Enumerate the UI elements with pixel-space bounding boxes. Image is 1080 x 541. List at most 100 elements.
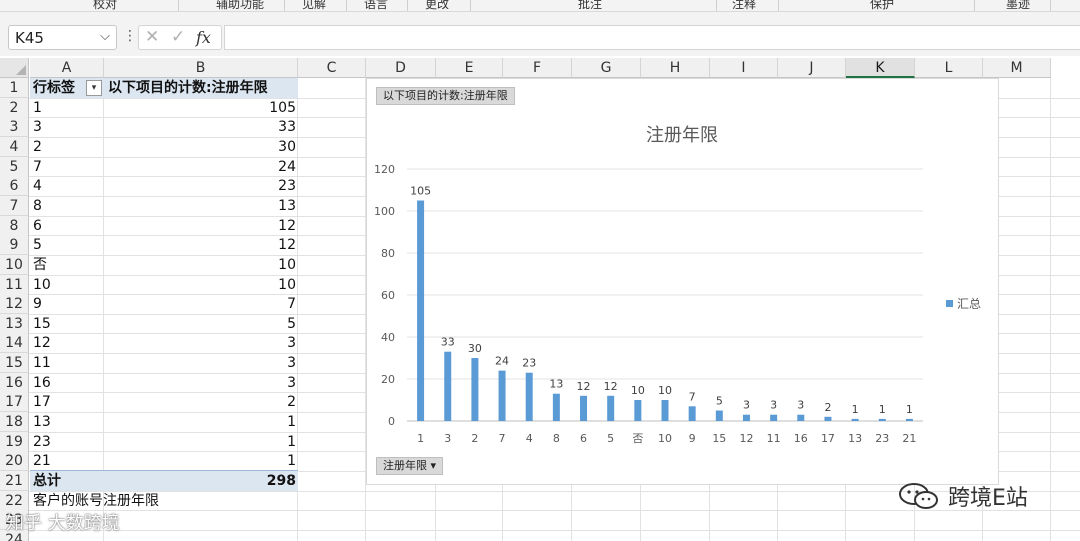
pivot-total-label[interactable]: 总计 (33, 471, 61, 491)
pivot-row-label[interactable]: 7 (33, 157, 42, 177)
pivot-row-count[interactable]: 5 (104, 314, 296, 334)
pivot-row-count[interactable]: 10 (104, 275, 296, 295)
pivot-row-label[interactable]: 16 (33, 373, 51, 393)
row-header-9[interactable]: 9 (0, 235, 29, 256)
pivot-row-count[interactable]: 33 (104, 117, 296, 137)
row-header-1[interactable]: 1 (0, 78, 29, 98)
column-header-k[interactable]: K (846, 58, 915, 78)
row-header-10[interactable]: 10 (0, 254, 29, 275)
row-header-4[interactable]: 4 (0, 136, 29, 157)
pivot-row-label[interactable]: 8 (33, 196, 42, 216)
pivot-value-header[interactable]: 以下项目的计数:注册年限 (108, 78, 268, 98)
ribbon-group-accessibility[interactable]: 辅助功能 (216, 0, 264, 11)
row-header-15[interactable]: 15 (0, 353, 29, 374)
pivot-row-count[interactable]: 12 (104, 235, 296, 255)
pivot-row-label-header[interactable]: 行标签 (33, 78, 75, 98)
column-header-f[interactable]: F (503, 58, 572, 78)
pivot-row-count[interactable]: 23 (104, 176, 296, 196)
pivot-row-label[interactable]: 1 (33, 98, 42, 118)
row-header-13[interactable]: 13 (0, 313, 29, 334)
pivot-total-value[interactable]: 298 (104, 471, 296, 491)
column-header-b[interactable]: B (104, 58, 298, 78)
column-header-a[interactable]: A (30, 58, 104, 78)
cancel-icon[interactable]: ✕ (145, 27, 159, 47)
pivot-row-count[interactable]: 24 (104, 157, 296, 177)
axis-field-button[interactable]: 注册年限 ▾ (376, 457, 444, 475)
pivot-row-count[interactable]: 7 (104, 294, 296, 314)
filter-dropdown-icon[interactable]: ▾ (86, 80, 102, 96)
column-header-i[interactable]: I (710, 58, 778, 78)
pivot-row-label[interactable]: 9 (33, 294, 42, 314)
pivot-row-count[interactable]: 1 (104, 432, 296, 452)
ribbon-group-ink[interactable]: 墨迹 (1006, 0, 1030, 11)
pivot-row-label[interactable]: 21 (33, 451, 51, 471)
row-header-21[interactable]: 21 (0, 471, 29, 491)
column-header-j[interactable]: J (778, 58, 846, 78)
column-header-l[interactable]: L (915, 58, 983, 78)
select-all-button[interactable] (0, 58, 29, 78)
row-header-2[interactable]: 2 (0, 97, 29, 118)
row-header-12[interactable]: 12 (0, 294, 29, 315)
row-header-16[interactable]: 16 (0, 372, 29, 393)
pivot-row-label[interactable]: 6 (33, 216, 42, 236)
value-field-button[interactable]: 以下项目的计数:注册年限 (376, 87, 515, 105)
row-header-20[interactable]: 20 (0, 451, 29, 472)
pivot-row-label[interactable]: 3 (33, 117, 42, 137)
pivot-row-count[interactable]: 3 (104, 353, 296, 373)
name-box[interactable]: K45 ⌵ (8, 25, 117, 50)
row-header-11[interactable]: 11 (0, 274, 29, 295)
column-header-e[interactable]: E (436, 58, 503, 78)
insert-function-icon[interactable]: fx (196, 28, 211, 47)
name-box-value[interactable]: K45 (15, 29, 44, 47)
pivot-row-count[interactable]: 10 (104, 255, 296, 275)
pivot-row-count[interactable]: 3 (104, 333, 296, 353)
pivot-row-count[interactable]: 105 (104, 98, 296, 118)
pivot-row-count[interactable]: 3 (104, 373, 296, 393)
pivot-row-label[interactable]: 23 (33, 432, 51, 452)
pivot-row-count[interactable]: 1 (104, 451, 296, 471)
pivot-row-label[interactable]: 5 (33, 235, 42, 255)
ribbon-group-notes[interactable]: 注释 (732, 0, 756, 11)
formula-input[interactable] (224, 25, 1080, 50)
row-header-14[interactable]: 14 (0, 333, 29, 354)
enter-check-icon[interactable]: ✓ (171, 27, 185, 47)
pivot-row-label[interactable]: 4 (33, 176, 42, 196)
pivot-row-label[interactable]: 否 (33, 255, 47, 275)
ribbon-group-language[interactable]: 语言 (364, 0, 388, 11)
note-cell[interactable]: 客户的账号注册年限 (33, 491, 159, 511)
column-header-h[interactable]: H (641, 58, 710, 78)
pivot-row-count[interactable]: 12 (104, 216, 296, 236)
pivot-row-count[interactable]: 1 (104, 412, 296, 432)
pivot-row-label[interactable]: 2 (33, 137, 42, 157)
column-header-d[interactable]: D (366, 58, 436, 78)
more-options-icon[interactable]: ⋮ (123, 28, 137, 44)
row-header-6[interactable]: 6 (0, 176, 29, 197)
row-header-8[interactable]: 8 (0, 215, 29, 236)
pivot-row-label[interactable]: 10 (33, 275, 51, 295)
column-header-m[interactable]: M (983, 58, 1051, 78)
pivot-row-count[interactable]: 30 (104, 137, 296, 157)
ribbon-group-changes[interactable]: 更改 (425, 0, 449, 11)
ribbon-group-proofing[interactable]: 校对 (93, 0, 117, 11)
pivot-row-count[interactable]: 13 (104, 196, 296, 216)
column-header-g[interactable]: G (572, 58, 641, 78)
row-header-22[interactable]: 22 (0, 490, 29, 511)
pivot-row-label[interactable]: 15 (33, 314, 51, 334)
chevron-down-icon[interactable]: ⌵ (100, 29, 110, 44)
pivot-row-count[interactable]: 2 (104, 392, 296, 412)
ribbon-group-protect[interactable]: 保护 (870, 0, 894, 11)
row-header-19[interactable]: 19 (0, 431, 29, 452)
row-header-5[interactable]: 5 (0, 156, 29, 177)
row-header-7[interactable]: 7 (0, 195, 29, 216)
row-header-17[interactable]: 17 (0, 392, 29, 413)
row-header-3[interactable]: 3 (0, 117, 29, 138)
pivot-row-label[interactable]: 17 (33, 392, 51, 412)
row-header-18[interactable]: 18 (0, 412, 29, 433)
column-header-c[interactable]: C (298, 58, 366, 78)
pivot-chart[interactable]: 注册年限 0 20 40 60 80 100 120 105 1 33 3 30 2 24 7 23 4 13 8 12… (366, 78, 999, 485)
ribbon-group-insights[interactable]: 见解 (302, 0, 326, 11)
pivot-row-label[interactable]: 12 (33, 333, 51, 353)
ribbon-group-comments[interactable]: 批注 (578, 0, 602, 11)
pivot-row-label[interactable]: 11 (33, 353, 51, 373)
pivot-row-label[interactable]: 13 (33, 412, 51, 432)
